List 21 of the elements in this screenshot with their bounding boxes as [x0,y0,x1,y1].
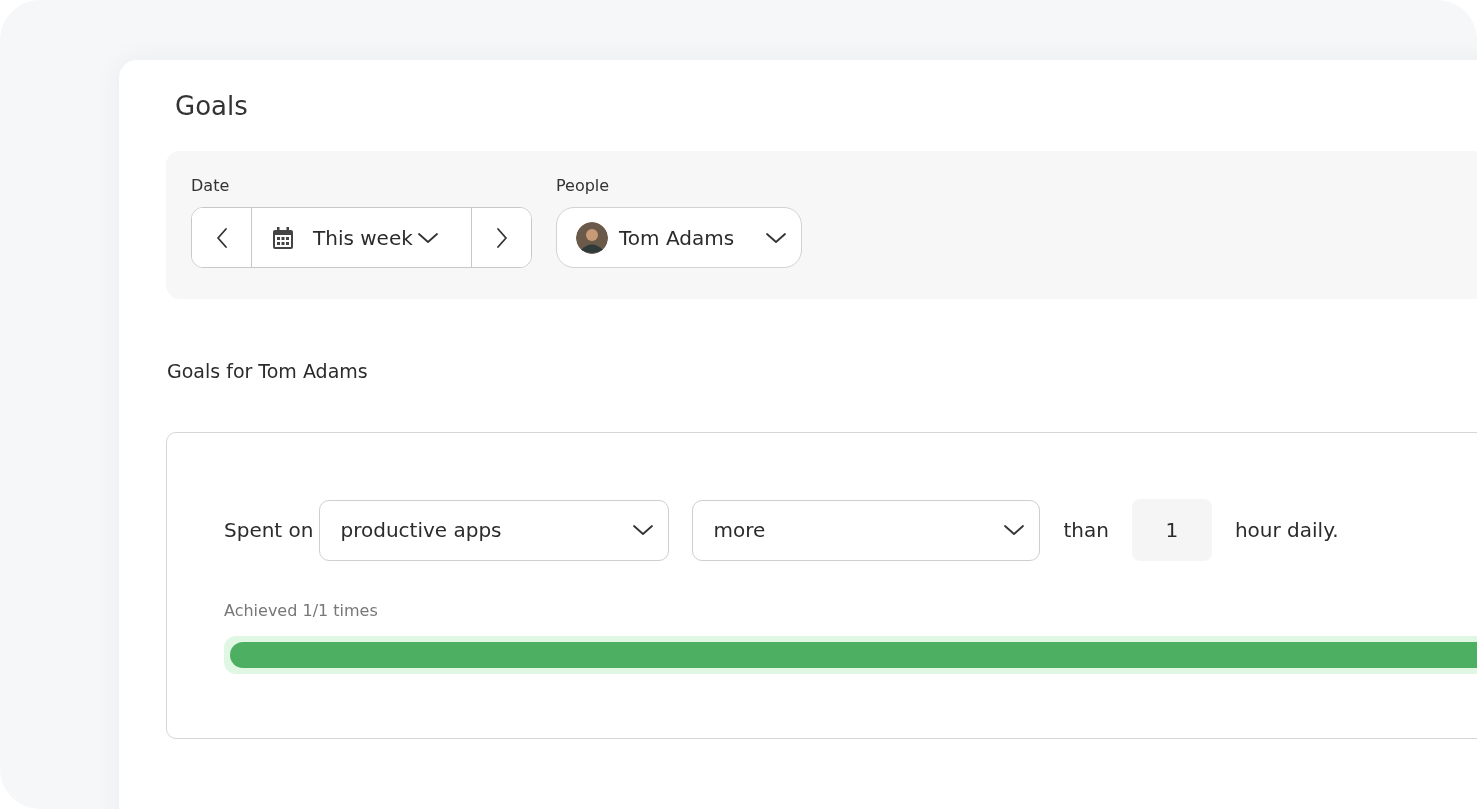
chevron-down-icon [632,524,655,536]
amount-field[interactable]: 1 [1131,499,1212,561]
chevron-down-icon [765,231,787,244]
date-dropdown[interactable]: This week [251,208,472,267]
page-title: Goals [175,90,249,123]
avatar-icon [576,221,608,254]
calendar-icon [272,225,294,250]
chevron-down-icon [416,231,439,244]
section-heading: Goals for Tom Adams [167,359,369,383]
goal-text: Spent on [224,518,314,542]
filter-label: Date [191,176,231,196]
filter-label: People [556,176,611,196]
progress-label: Achieved 1/1 times [224,600,379,622]
chevron-left-icon [215,226,228,249]
category-select[interactable]: productive apps [319,499,670,561]
chevron-right-icon [495,226,508,249]
comparison-select[interactable]: more [692,499,1041,561]
chevron-down-icon [1003,524,1026,536]
people-dropdown[interactable]: Tom Adams [556,207,802,268]
goal-text: than [1063,518,1109,542]
goal-text: hour daily. [1234,518,1339,542]
